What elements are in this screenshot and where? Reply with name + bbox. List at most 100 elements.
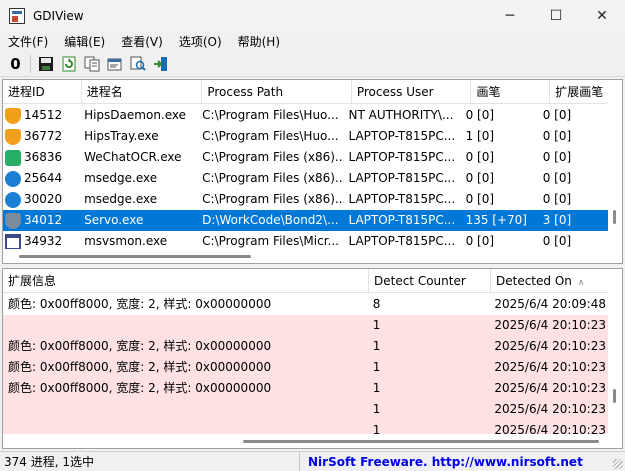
huorong-shield-icon	[5, 128, 21, 145]
process-row[interactable]: 36772 HipsTray.exe C:\Program Files\Huo...…	[3, 126, 609, 147]
copy-button[interactable]	[80, 53, 103, 75]
col-header-pid[interactable]: 进程ID	[3, 80, 82, 104]
process-id-cell: 36772	[3, 126, 80, 147]
refresh-zero-button[interactable]: 0	[4, 53, 27, 75]
process-list-vscroll-thumb[interactable]	[613, 210, 616, 224]
minimize-button[interactable]: ─	[487, 0, 533, 31]
window-app-icon	[5, 233, 21, 250]
detail-detected-cell: 2025/6/4 20:10:23	[494, 360, 606, 374]
edge-icon	[5, 170, 21, 187]
col-header-pen[interactable]: 画笔	[471, 80, 551, 104]
menu-help[interactable]: 帮助(H)	[230, 33, 288, 50]
process-pen-cell: 0 [0]	[465, 192, 495, 206]
process-rows: 14512 HipsDaemon.exe C:\Program Files\Huo.…	[3, 105, 609, 252]
detail-row[interactable]: 颜色: 0x00ff8000, 宽度: 2, 样式: 0x00000000 8 20…	[3, 294, 609, 315]
process-id: 14512	[24, 108, 63, 122]
col-header-name[interactable]: 进程名	[82, 80, 203, 104]
process-extpen-cell: 0 [0]	[542, 171, 572, 185]
process-row[interactable]: 25644 msedge.exe C:\Program Files (x86)...…	[3, 168, 609, 189]
process-user-cell: LAPTOP-T815PC...	[348, 150, 456, 164]
process-id: 30020	[24, 192, 63, 206]
process-name-cell: msedge.exe	[84, 171, 158, 185]
process-extpen-cell: 0 [0]	[542, 192, 572, 206]
copy-icon	[84, 56, 99, 72]
find-button[interactable]	[126, 53, 149, 75]
col-header-path[interactable]: Process Path	[202, 80, 352, 104]
wechat-icon	[5, 149, 21, 166]
save-button[interactable]	[34, 53, 57, 75]
menu-edit[interactable]: 编辑(E)	[56, 33, 113, 50]
detail-info-cell: 颜色: 0x00ff8000, 宽度: 2, 样式: 0x00000000	[8, 297, 272, 311]
process-list-hscroll-thumb[interactable]	[19, 255, 251, 258]
nirsoft-link[interactable]: NirSoft Freeware. http://www.nirsoft.net	[300, 455, 583, 469]
process-path-cell: C:\Program Files (x86)...	[202, 192, 345, 206]
properties-button[interactable]	[103, 53, 126, 75]
process-id-cell: 34012	[3, 210, 80, 231]
detected-on-label: Detected On	[496, 274, 572, 288]
detail-detected-cell: 2025/6/4 20:10:23	[494, 339, 606, 353]
process-id: 36836	[24, 150, 63, 164]
toolbar-separator	[30, 55, 31, 73]
process-path-cell: C:\Program Files (x86)...	[202, 150, 345, 164]
resize-grip[interactable]	[613, 459, 623, 469]
process-row[interactable]: 36836 WeChatOCR.exe C:\Program Files (x86)…	[3, 147, 609, 168]
properties-icon	[107, 58, 121, 71]
detail-rows: 颜色: 0x00ff8000, 宽度: 2, 样式: 0x00000000 8 20…	[3, 294, 609, 441]
detail-info-cell: 颜色: 0x00ff8000, 宽度: 2, 样式: 0x00000000	[8, 360, 272, 374]
menu-options[interactable]: 选项(O)	[171, 33, 230, 50]
detail-detected-cell: 2025/6/4 20:10:23	[494, 381, 606, 395]
detail-row[interactable]: 颜色: 0x00ff8000, 宽度: 2, 样式: 0x00000000 1 20…	[3, 336, 609, 357]
window-controls: ─ ☐ ✕	[487, 0, 625, 31]
col-header-detect-counter[interactable]: Detect Counter	[369, 269, 491, 293]
detail-list-vscroll-thumb[interactable]	[613, 389, 616, 403]
process-user-cell: LAPTOP-T815PC...	[348, 129, 456, 143]
process-path-cell: D:\WorkCode\Bond2\...	[202, 213, 339, 227]
detail-counter-cell: 1	[372, 402, 381, 416]
sort-ascending-icon: ∧	[577, 278, 585, 288]
detail-info-cell	[3, 315, 368, 336]
process-pen-cell: 135 [+70]	[465, 213, 527, 227]
process-list-vscrollbar[interactable]	[608, 80, 622, 263]
detail-list-hscroll-thumb[interactable]	[243, 440, 599, 443]
close-button[interactable]: ✕	[579, 0, 625, 31]
huorong-shield-icon	[5, 107, 21, 124]
process-name-cell: msedge.exe	[84, 192, 158, 206]
process-row[interactable]: 34012 Servo.exe D:\WorkCode\Bond2\... LAPTO…	[3, 210, 609, 231]
menu-view[interactable]: 查看(V)	[113, 33, 171, 50]
col-header-detected-on[interactable]: Detected On ∧	[491, 269, 611, 293]
window-title: GDIView	[33, 8, 84, 23]
detail-counter-cell: 8	[372, 297, 381, 311]
menu-file[interactable]: 文件(F)	[0, 33, 56, 50]
maximize-button[interactable]: ☐	[533, 0, 579, 31]
process-name-cell: WeChatOCR.exe	[84, 150, 182, 164]
detail-list-vscrollbar[interactable]	[608, 269, 622, 448]
process-extpen-cell: 3 [0]	[542, 213, 572, 227]
detail-row[interactable]: 颜色: 0x00ff8000, 宽度: 2, 样式: 0x00000000 1 20…	[3, 357, 609, 378]
detail-row[interactable]: 1 2025/6/4 20:10:23	[3, 399, 609, 420]
process-extpen-cell: 0 [0]	[542, 129, 572, 143]
detail-row[interactable]: 颜色: 0x00ff8000, 宽度: 2, 样式: 0x00000000 1 20…	[3, 378, 609, 399]
process-user-cell: LAPTOP-T815PC...	[348, 171, 456, 185]
process-user-cell: LAPTOP-T815PC...	[348, 192, 456, 206]
process-user-cell: NT AUTHORITY\...	[348, 108, 454, 122]
reload-icon	[62, 56, 75, 72]
process-row[interactable]: 14512 HipsDaemon.exe C:\Program Files\Huo.…	[3, 105, 609, 126]
detail-info-cell: 颜色: 0x00ff8000, 宽度: 2, 样式: 0x00000000	[8, 339, 272, 353]
process-name-cell: HipsDaemon.exe	[84, 108, 187, 122]
process-list-hscrollbar[interactable]	[3, 249, 609, 263]
process-extpen-cell: 0 [0]	[542, 108, 572, 122]
detail-list-hscrollbar[interactable]	[3, 434, 609, 448]
col-header-user[interactable]: Process User	[352, 80, 472, 104]
detail-row[interactable]: 1 2025/6/4 20:10:23	[3, 315, 609, 336]
process-row[interactable]: 30020 msedge.exe C:\Program Files (x86)...…	[3, 189, 609, 210]
col-header-ext-info[interactable]: 扩展信息	[3, 269, 369, 293]
servo-shield-icon	[5, 212, 21, 229]
find-icon	[130, 56, 146, 71]
process-name-cell: HipsTray.exe	[84, 129, 159, 143]
reload-button[interactable]	[57, 53, 80, 75]
save-icon	[38, 57, 53, 71]
detail-list-header: 扩展信息 Detect Counter Detected On ∧	[3, 269, 622, 293]
process-pen-cell: 1 [0]	[465, 129, 495, 143]
process-id: 25644	[24, 171, 63, 185]
exit-button[interactable]	[149, 53, 172, 75]
